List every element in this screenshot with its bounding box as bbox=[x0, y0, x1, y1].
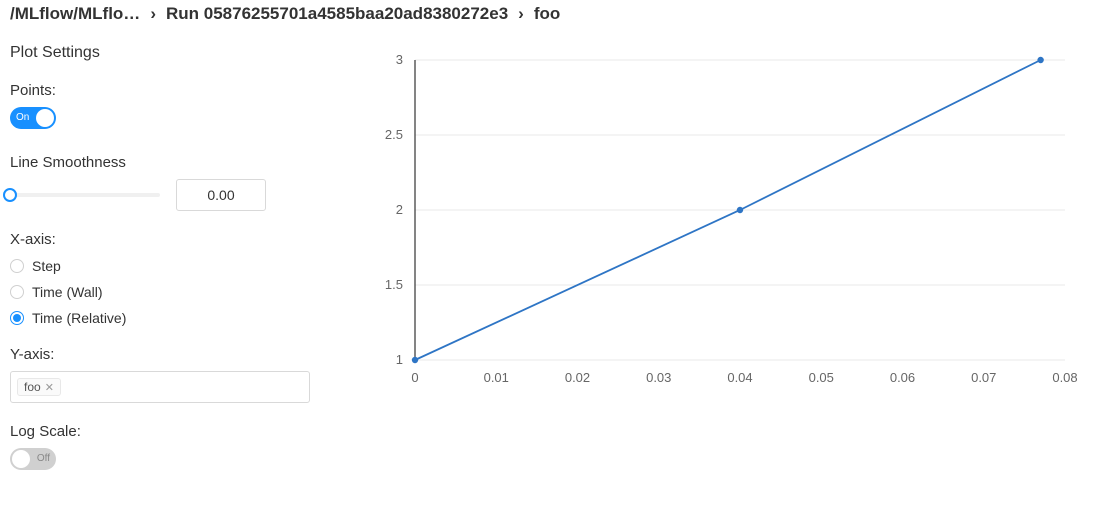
points-group: Points: On bbox=[10, 82, 337, 134]
svg-text:0.07: 0.07 bbox=[971, 370, 996, 385]
plot-settings-panel: Plot Settings Points: On Line Smoothness… bbox=[0, 30, 345, 525]
yaxis-label: Y-axis: bbox=[10, 346, 337, 363]
plot-settings-title: Plot Settings bbox=[10, 44, 337, 62]
xaxis-radio-list: Step Time (Wall) Time (Relative) bbox=[10, 258, 337, 326]
smoothness-slider[interactable] bbox=[10, 193, 160, 197]
svg-text:0.02: 0.02 bbox=[565, 370, 590, 385]
xaxis-radio-time-relative[interactable]: Time (Relative) bbox=[10, 310, 337, 326]
logscale-group: Log Scale: Off bbox=[10, 423, 337, 475]
breadcrumb-metric: foo bbox=[534, 4, 560, 24]
svg-text:0.08: 0.08 bbox=[1052, 370, 1077, 385]
smoothness-value-input[interactable]: 0.00 bbox=[176, 179, 266, 211]
svg-text:0.06: 0.06 bbox=[890, 370, 915, 385]
yaxis-tag-foo: foo ✕ bbox=[17, 378, 61, 396]
tag-label: foo bbox=[24, 380, 41, 394]
xaxis-radio-step[interactable]: Step bbox=[10, 258, 337, 274]
svg-text:2.5: 2.5 bbox=[385, 127, 403, 142]
radio-icon bbox=[10, 285, 24, 299]
breadcrumb: /MLflow/MLflo… › Run 05876255701a4585baa… bbox=[0, 0, 1105, 30]
toggle-knob bbox=[36, 109, 54, 127]
svg-text:3: 3 bbox=[396, 52, 403, 67]
slider-handle[interactable] bbox=[3, 188, 17, 202]
radio-icon bbox=[10, 259, 24, 273]
svg-text:1: 1 bbox=[396, 352, 403, 367]
logscale-toggle[interactable]: Off bbox=[10, 448, 56, 470]
chevron-right-icon: › bbox=[518, 4, 524, 24]
logscale-toggle-label: Off bbox=[37, 448, 50, 470]
radio-label: Time (Relative) bbox=[32, 310, 126, 326]
xaxis-group: X-axis: Step Time (Wall) Time (Relative) bbox=[10, 231, 337, 326]
yaxis-group: Y-axis: foo ✕ bbox=[10, 346, 337, 403]
chevron-right-icon: › bbox=[150, 4, 156, 24]
svg-text:2: 2 bbox=[396, 202, 403, 217]
radio-label: Step bbox=[32, 258, 61, 274]
close-icon[interactable]: ✕ bbox=[45, 381, 54, 394]
logscale-label: Log Scale: bbox=[10, 423, 337, 440]
svg-text:0.03: 0.03 bbox=[646, 370, 671, 385]
radio-label: Time (Wall) bbox=[32, 284, 103, 300]
yaxis-tag-input[interactable]: foo ✕ bbox=[10, 371, 310, 403]
points-toggle-label: On bbox=[16, 107, 29, 129]
toggle-knob bbox=[12, 450, 30, 468]
svg-text:0.01: 0.01 bbox=[484, 370, 509, 385]
points-toggle[interactable]: On bbox=[10, 107, 56, 129]
xaxis-radio-time-wall[interactable]: Time (Wall) bbox=[10, 284, 337, 300]
svg-text:0.05: 0.05 bbox=[809, 370, 834, 385]
smoothness-group: Line Smoothness 0.00 bbox=[10, 154, 337, 211]
xaxis-label: X-axis: bbox=[10, 231, 337, 248]
svg-text:0.04: 0.04 bbox=[727, 370, 752, 385]
smoothness-label: Line Smoothness bbox=[10, 154, 337, 171]
points-label: Points: bbox=[10, 82, 337, 99]
chart-svg: 1 1.5 2 2.5 3 0 0.01 0.02 0.03 0.04 0.05 0.06 0.07 0.… bbox=[345, 40, 1085, 400]
breadcrumb-path[interactable]: /MLflow/MLflo… bbox=[10, 4, 140, 24]
svg-text:0: 0 bbox=[411, 370, 418, 385]
breadcrumb-run[interactable]: Run 05876255701a4585baa20ad8380272e3 bbox=[166, 4, 508, 24]
svg-text:1.5: 1.5 bbox=[385, 277, 403, 292]
metric-chart: 1 1.5 2 2.5 3 0 0.01 0.02 0.03 0.04 0.05 0.06 0.07 0.… bbox=[345, 30, 1105, 525]
radio-icon bbox=[10, 311, 24, 325]
